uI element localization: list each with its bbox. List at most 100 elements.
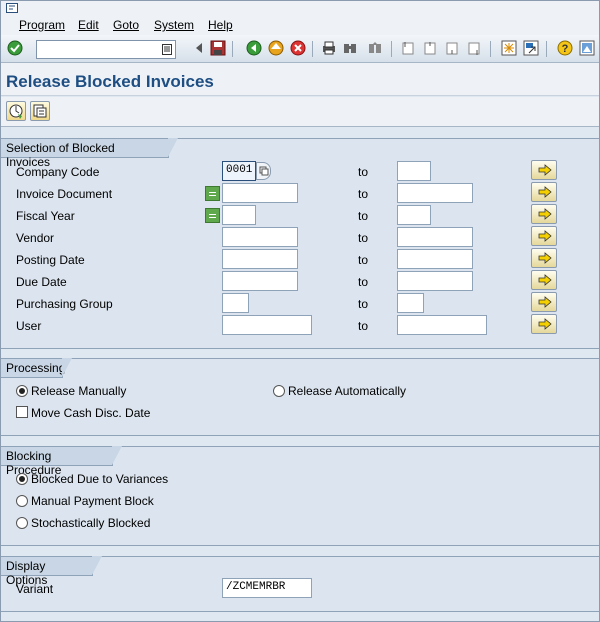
release-automatically-label: Release Automatically [288, 384, 407, 398]
system-menu-icon[interactable] [6, 3, 18, 13]
release-manually-radio[interactable] [16, 385, 28, 397]
blocked-due-to-variances-radio[interactable] [16, 473, 28, 485]
menu-edit[interactable]: Edit [78, 18, 99, 32]
to-label: to [358, 297, 369, 311]
menu-system[interactable]: System [154, 18, 194, 32]
selection-group: Selection of Blocked Invoices Company Co… [1, 138, 599, 349]
multiple-selection-arrow-icon [538, 274, 552, 286]
multiple-selection-arrow-icon [538, 252, 552, 264]
to-label: to [358, 187, 369, 201]
invoice-document-to[interactable] [397, 183, 473, 203]
command-field[interactable] [36, 40, 176, 59]
processing-group: Processing Release Manually Release Auto… [1, 358, 599, 436]
dropdown-icon[interactable] [162, 44, 172, 55]
company-code-multiple-selection-button[interactable] [531, 160, 557, 180]
menu-program[interactable]: Program [19, 18, 65, 32]
help-icon[interactable]: ? [557, 40, 573, 56]
first-page-icon[interactable] [400, 40, 416, 56]
history-back-icon[interactable] [191, 40, 207, 56]
multiple-selection-arrow-icon [538, 296, 552, 308]
display-options-group: Display Options Variant /ZCMEMRBR [1, 556, 599, 612]
due-date-multiple-selection-button[interactable] [531, 270, 557, 290]
create-session-icon[interactable] [501, 40, 517, 56]
to-label: to [358, 319, 369, 333]
multiple-selection-arrow-icon [538, 318, 552, 330]
blocked-due-to-variances-label: Blocked Due to Variances [31, 472, 169, 486]
due-date-label: Due Date [16, 275, 67, 289]
move-cash-disc-label: Move Cash Disc. Date [31, 406, 151, 420]
page-title: Release Blocked Invoices [6, 72, 214, 91]
posting-date-to[interactable] [397, 249, 473, 269]
manual-payment-block-radio[interactable] [16, 495, 28, 507]
due-date-from[interactable] [222, 271, 298, 291]
user-to[interactable] [397, 315, 487, 335]
manual-payment-block-label: Manual Payment Block [31, 494, 154, 508]
standard-toolbar: ? [1, 35, 599, 63]
back-icon[interactable] [246, 40, 262, 56]
vendor-label: Vendor [16, 231, 55, 245]
command-input[interactable] [37, 41, 157, 58]
execute-button[interactable] [6, 101, 26, 121]
vendor-to[interactable] [397, 227, 473, 247]
selection-option-icon[interactable] [205, 186, 220, 201]
get-variant-icon [33, 104, 47, 118]
stochastically-blocked-radio[interactable] [16, 517, 28, 529]
purchasing-group-label: Purchasing Group [16, 297, 113, 311]
shortcut-icon[interactable] [523, 40, 539, 56]
due-date-to[interactable] [397, 271, 473, 291]
release-manually-label: Release Manually [31, 384, 127, 398]
fiscal-year-to[interactable] [397, 205, 431, 225]
get-variant-button[interactable] [30, 101, 50, 121]
cancel-icon[interactable] [290, 40, 306, 56]
purchasing-group-multiple-selection-button[interactable] [531, 292, 557, 312]
vendor-multiple-selection-button[interactable] [531, 226, 557, 246]
blocking-procedure-group: Blocking Procedure Blocked Due to Varian… [1, 446, 599, 546]
menu-goto[interactable]: Goto [113, 18, 139, 32]
svg-text:?: ? [562, 43, 569, 55]
fiscal-year-multiple-selection-button[interactable] [531, 204, 557, 224]
purchasing-group-from[interactable] [222, 293, 249, 313]
posting-date-label: Posting Date [16, 253, 85, 267]
vendor-from[interactable] [222, 227, 298, 247]
menu-bar: Program Edit Goto System Help [1, 1, 599, 35]
customize-layout-icon[interactable] [579, 40, 595, 56]
to-label: to [358, 209, 369, 223]
company-code-label: Company Code [16, 165, 100, 179]
previous-page-icon[interactable] [422, 40, 438, 56]
user-multiple-selection-button[interactable] [531, 314, 557, 334]
posting-date-from[interactable] [222, 249, 298, 269]
variant-field[interactable]: /ZCMEMRBR [222, 578, 312, 598]
release-automatically-radio[interactable] [273, 385, 285, 397]
invoice-document-label: Invoice Document [16, 187, 113, 201]
purchasing-group-to[interactable] [397, 293, 424, 313]
posting-date-multiple-selection-button[interactable] [531, 248, 557, 268]
search-help-button[interactable] [256, 162, 271, 180]
fiscal-year-label: Fiscal Year [16, 209, 75, 223]
multiple-selection-arrow-icon [538, 208, 552, 220]
print-icon[interactable] [321, 40, 337, 56]
invoice-document-multiple-selection-button[interactable] [531, 182, 557, 202]
find-icon[interactable] [342, 40, 358, 56]
enter-icon[interactable] [7, 40, 23, 56]
last-page-icon[interactable] [466, 40, 482, 56]
multiple-selection-arrow-icon [538, 186, 552, 198]
save-icon[interactable] [210, 40, 226, 56]
selection-option-icon[interactable] [205, 208, 220, 223]
find-next-icon[interactable] [367, 40, 383, 56]
next-page-icon[interactable] [444, 40, 460, 56]
move-cash-disc-checkbox[interactable] [16, 406, 28, 418]
fiscal-year-from[interactable] [222, 205, 256, 225]
group-title: Blocking Procedure [1, 446, 122, 477]
company-code-to[interactable] [397, 161, 431, 181]
stochastically-blocked-label: Stochastically Blocked [31, 516, 151, 530]
group-title: Display Options [1, 556, 102, 587]
user-from[interactable] [222, 315, 312, 335]
company-code-from[interactable]: 0001 [222, 161, 256, 181]
invoice-document-from[interactable] [222, 183, 298, 203]
to-label: to [358, 231, 369, 245]
menu-help[interactable]: Help [208, 18, 233, 32]
multiple-selection-arrow-icon [538, 230, 552, 242]
user-label: User [16, 319, 42, 333]
exit-icon[interactable] [268, 40, 284, 56]
group-title: Selection of Blocked Invoices [1, 138, 178, 169]
